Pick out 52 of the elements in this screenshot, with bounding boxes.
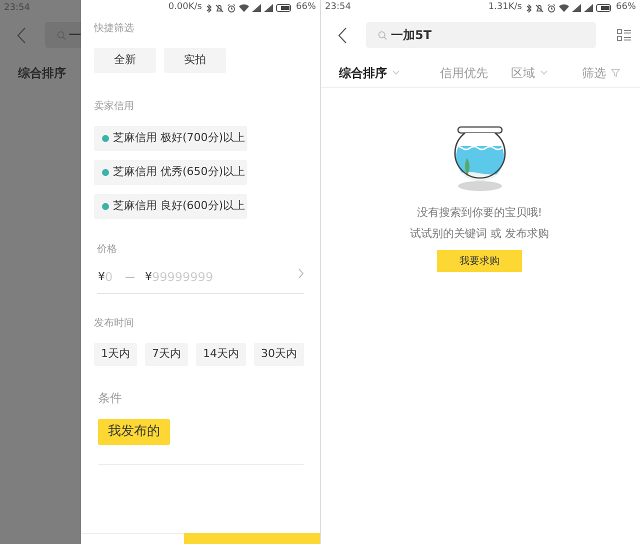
search-text: 一加5T xyxy=(391,27,432,44)
chevron-right-icon xyxy=(298,268,304,278)
bluetooth-icon xyxy=(526,4,532,12)
credit-option[interactable]: 芝麻信用 优秀(650分)以上 xyxy=(94,160,247,185)
section-title: 发布时间 xyxy=(94,316,135,331)
section-title: 条件 xyxy=(97,390,123,407)
sort-label: 综合排序 xyxy=(18,65,66,82)
filter-option[interactable]: 我发布的 xyxy=(98,419,170,445)
list-view-icon[interactable] xyxy=(617,28,631,42)
section-title: 价格 xyxy=(96,242,118,257)
network-speed: 0.00K/s xyxy=(168,1,202,14)
empty-message: 试试别的关键词 或 发布求购 xyxy=(410,226,549,242)
wifi-icon xyxy=(558,4,569,12)
section-title: 快捷筛选 xyxy=(94,22,135,36)
sesame-credit-icon xyxy=(102,169,109,176)
empty-message: 没有搜索到你要的宝贝哦! xyxy=(416,205,542,221)
filter-option[interactable]: 14天内 xyxy=(196,343,246,366)
search-icon xyxy=(378,30,387,40)
filter-option[interactable]: 30天内 xyxy=(254,343,304,366)
request-buy-button[interactable]: 我要求购 xyxy=(437,250,522,272)
filter-option[interactable]: 全新 xyxy=(94,48,156,73)
network-speed: 1.31K/s xyxy=(488,1,522,14)
status-time: 23:54 xyxy=(3,2,31,15)
sort-tab[interactable]: 综合排序 xyxy=(339,64,400,82)
filter-option[interactable]: 7天内 xyxy=(145,343,188,366)
sesame-credit-icon xyxy=(102,135,109,142)
range-separator: — xyxy=(125,270,135,284)
bluetooth-icon xyxy=(206,4,212,12)
credit-option[interactable]: 芝麻信用 极好(700分)以上 xyxy=(94,126,247,151)
search-field[interactable]: 一加5T xyxy=(366,22,596,48)
funnel-icon xyxy=(611,68,620,76)
battery-percent: 66% xyxy=(616,1,636,14)
search-text: 一 xyxy=(69,27,81,44)
credit-option[interactable]: 芝麻信用 良好(600分)以上 xyxy=(94,194,247,219)
battery-icon xyxy=(596,4,612,12)
alarm-off-icon xyxy=(534,4,544,12)
sesame-credit-icon xyxy=(102,203,109,210)
chevron-down-icon xyxy=(392,70,400,75)
back-icon[interactable] xyxy=(338,26,347,44)
alarm-clock-icon xyxy=(546,4,556,12)
currency-symbol: ¥ xyxy=(145,268,152,285)
currency-symbol: ¥ xyxy=(98,268,105,285)
wifi-icon xyxy=(238,4,249,12)
filter-option[interactable]: 实拍 xyxy=(164,48,226,73)
alarm-off-icon xyxy=(214,4,224,12)
status-time: 23:54 xyxy=(325,1,351,14)
section-title: 卖家信用 xyxy=(94,100,135,114)
chevron-down-icon xyxy=(540,70,548,75)
alarm-clock-icon xyxy=(226,4,236,12)
filter-option[interactable]: 1天内 xyxy=(94,343,137,366)
battery-icon xyxy=(276,4,292,12)
battery-percent: 66% xyxy=(296,1,316,14)
